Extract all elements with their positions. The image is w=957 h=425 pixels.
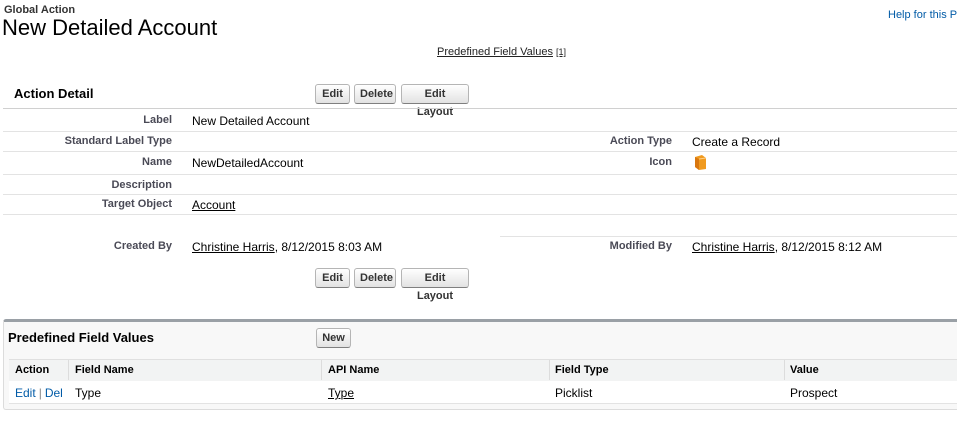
- row-divider: [3, 194, 957, 195]
- created-by-date: , 8/12/2015 8:03 AM: [274, 240, 383, 254]
- section-divider: [3, 108, 957, 109]
- name-value: NewDetailedAccount: [192, 156, 304, 170]
- modified-by-user-link[interactable]: Christine Harris: [692, 240, 775, 254]
- help-link[interactable]: Help for this P: [888, 9, 957, 21]
- created-by-label: Created By: [113, 240, 172, 252]
- edit-layout-button-top[interactable]: Edit Layout: [401, 84, 469, 118]
- cell-value: Prospect: [790, 386, 838, 400]
- row-divider: [3, 174, 957, 175]
- row-divider: [3, 151, 957, 152]
- action-detail-title: Action Detail: [14, 86, 94, 101]
- column-header-field-name[interactable]: Field Name: [75, 364, 134, 376]
- predefined-field-values-count: [1]: [555, 47, 566, 57]
- delete-row-link[interactable]: Del: [45, 386, 63, 400]
- column-header-action: Action: [15, 364, 50, 376]
- target-object-link[interactable]: Account: [192, 198, 235, 212]
- page-title: New Detailed Account: [2, 15, 218, 40]
- created-by-user-link[interactable]: Christine Harris: [192, 240, 275, 254]
- orange-book-icon: [695, 155, 707, 170]
- edit-button-top[interactable]: Edit: [315, 84, 350, 104]
- row-divider: [3, 214, 957, 215]
- related-list-title: Predefined Field Values: [8, 330, 154, 345]
- label-field-label: Label: [143, 114, 172, 126]
- standard-label-type-label: Standard Label Type: [64, 135, 172, 147]
- modified-by-date: , 8/12/2015 8:12 AM: [774, 240, 883, 254]
- action-separator: |: [38, 386, 42, 400]
- action-type-label: Action Type: [609, 135, 672, 147]
- predefined-field-values-hover-link[interactable]: Predefined Field Values [1]: [437, 46, 566, 58]
- edit-row-link[interactable]: Edit: [15, 386, 36, 400]
- modified-by-value: Christine Harris, 8/12/2015 8:12 AM: [692, 240, 882, 254]
- column-header-value[interactable]: Value: [790, 364, 819, 376]
- column-divider: [321, 360, 322, 380]
- cell-field-type: Picklist: [555, 386, 593, 400]
- label-field-value: New Detailed Account: [192, 114, 310, 128]
- cell-field-name: Type: [75, 386, 102, 400]
- column-divider: [68, 360, 69, 380]
- description-label: Description: [111, 179, 172, 191]
- cell-api-name: Type: [328, 386, 354, 400]
- modified-by-label: Modified By: [609, 240, 672, 252]
- target-object-value: Account: [192, 198, 235, 212]
- column-header-api-name[interactable]: API Name: [328, 364, 379, 376]
- icon-label: Icon: [649, 156, 672, 168]
- action-type-value: Create a Record: [692, 135, 781, 149]
- column-header-field-type[interactable]: Field Type: [555, 364, 609, 376]
- column-divider: [784, 360, 785, 380]
- predefined-field-values-link-label[interactable]: Predefined Field Values: [437, 46, 553, 58]
- delete-button-bottom[interactable]: Delete: [354, 268, 396, 288]
- column-divider: [549, 360, 550, 380]
- delete-button-top[interactable]: Delete: [354, 84, 396, 104]
- row-divider: [500, 236, 957, 237]
- api-name-link[interactable]: Type: [328, 386, 354, 400]
- row-actions: Edit | Del: [15, 386, 63, 400]
- target-object-label: Target Object: [101, 198, 172, 210]
- new-button[interactable]: New: [316, 328, 351, 348]
- row-divider: [3, 131, 957, 132]
- edit-button-bottom[interactable]: Edit: [315, 268, 350, 288]
- name-label: Name: [142, 156, 172, 168]
- edit-layout-button-bottom[interactable]: Edit Layout: [401, 268, 469, 302]
- created-by-value: Christine Harris, 8/12/2015 8:03 AM: [192, 240, 382, 254]
